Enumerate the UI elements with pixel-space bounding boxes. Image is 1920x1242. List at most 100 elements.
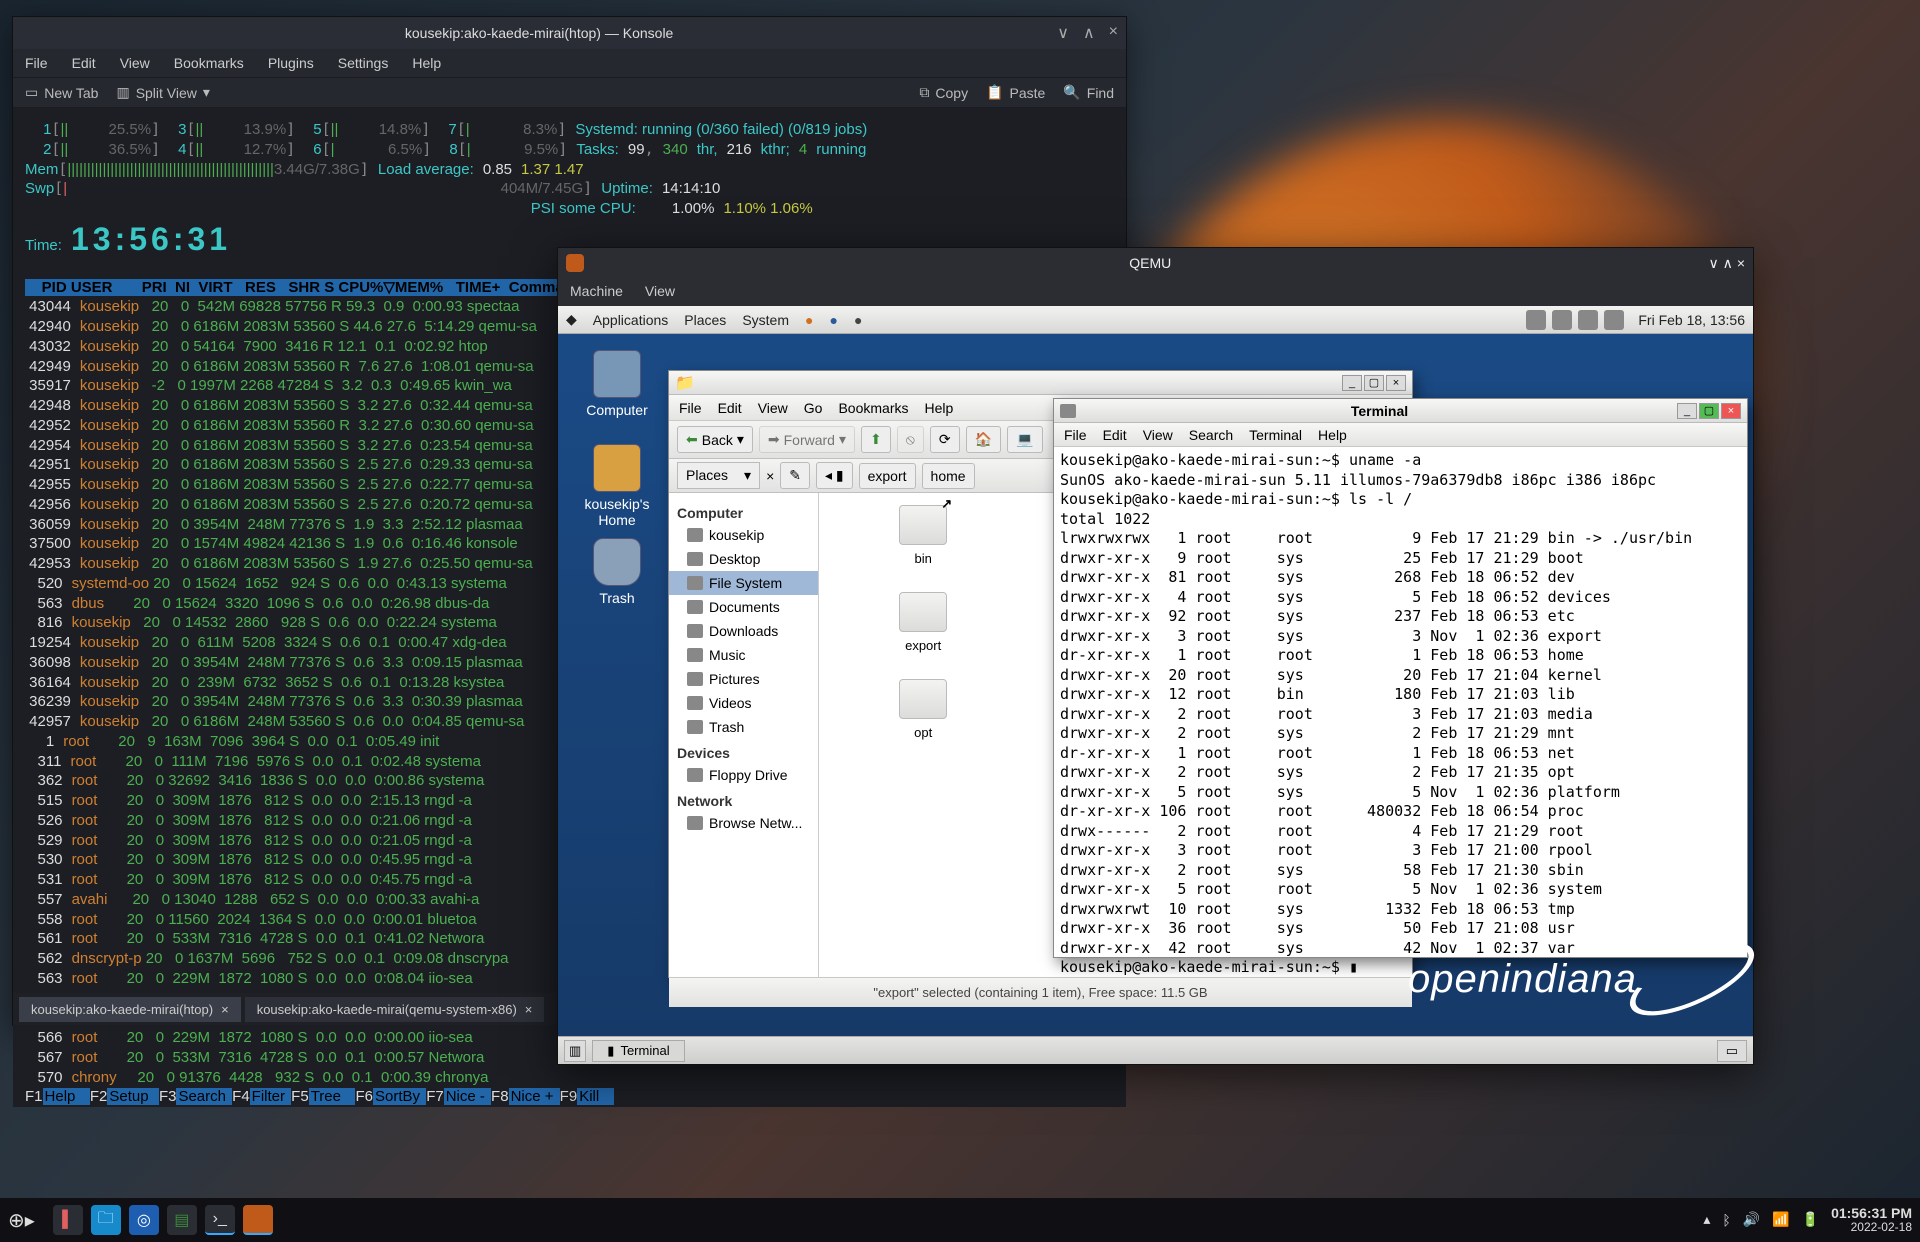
find-button[interactable]: 🔍Find bbox=[1063, 84, 1114, 101]
places-dropdown[interactable]: Places▾ bbox=[677, 462, 760, 489]
menu-view[interactable]: View bbox=[758, 400, 788, 416]
sidebar-item[interactable]: Videos bbox=[669, 691, 818, 715]
sidebar-item[interactable]: kousekip bbox=[669, 523, 818, 547]
sidebar-item[interactable]: Downloads bbox=[669, 619, 818, 643]
konsole-titlebar[interactable]: kousekip:ako-kaede-mirai(htop) — Konsole… bbox=[13, 17, 1126, 49]
qemu-titlebar[interactable]: QEMU ∨ ∧ × bbox=[558, 248, 1753, 278]
menu-help[interactable]: Help bbox=[1318, 427, 1347, 443]
forward-button[interactable]: ➡Forward▾ bbox=[759, 426, 855, 453]
sidebar-item[interactable]: Trash bbox=[669, 715, 818, 739]
file-icon[interactable]: opt bbox=[827, 679, 1019, 740]
menu-help[interactable]: Help bbox=[412, 55, 441, 71]
menu-view[interactable]: View bbox=[1143, 427, 1173, 443]
stop-button[interactable]: ⦸ bbox=[897, 426, 924, 453]
app-icon[interactable]: ● bbox=[854, 312, 862, 328]
menu-settings[interactable]: Settings bbox=[338, 55, 389, 71]
menu-terminal[interactable]: Terminal bbox=[1249, 427, 1302, 443]
menu-bookmarks[interactable]: Bookmarks bbox=[838, 400, 908, 416]
up-button[interactable]: ⬆ bbox=[861, 426, 891, 453]
menu-search[interactable]: Search bbox=[1189, 427, 1233, 443]
menu-edit[interactable]: Edit bbox=[718, 400, 742, 416]
home-button[interactable]: 🏠 bbox=[966, 426, 1001, 453]
taskbar-konsole-running[interactable]: ›_ bbox=[205, 1205, 235, 1235]
bluetooth-icon[interactable]: ᛒ bbox=[1722, 1212, 1730, 1228]
minimize-icon[interactable]: _ bbox=[1677, 403, 1697, 419]
edit-path-button[interactable]: ✎ bbox=[780, 462, 810, 489]
breadcrumb-home[interactable]: home bbox=[922, 463, 975, 489]
sound-icon[interactable]: 🔊 bbox=[1743, 1211, 1760, 1228]
wifi-icon[interactable]: 📶 bbox=[1772, 1211, 1789, 1228]
desktop-icon-home[interactable]: kousekip's Home bbox=[572, 444, 662, 528]
tab-close-icon[interactable]: × bbox=[221, 1002, 229, 1017]
gnome-terminal-titlebar[interactable]: Terminal _ ▢ × bbox=[1054, 399, 1747, 423]
menu-file[interactable]: File bbox=[25, 55, 48, 71]
close-icon[interactable]: × bbox=[1721, 403, 1741, 419]
tab-close-icon[interactable]: × bbox=[525, 1002, 533, 1017]
task-terminal[interactable]: ▮Terminal bbox=[592, 1040, 684, 1062]
copy-button[interactable]: ⧉Copy bbox=[919, 84, 968, 101]
firefox-icon[interactable]: ● bbox=[805, 312, 813, 328]
sidebar-item-floppy[interactable]: Floppy Drive bbox=[669, 763, 818, 787]
distro-icon[interactable]: ◆ bbox=[566, 311, 577, 328]
menu-edit[interactable]: Edit bbox=[1103, 427, 1127, 443]
desktop-icon-computer[interactable]: Computer bbox=[572, 350, 662, 418]
panel-clock[interactable]: Fri Feb 18, 13:56 bbox=[1638, 312, 1745, 328]
sidebar-item[interactable]: Documents bbox=[669, 595, 818, 619]
menu-view[interactable]: View bbox=[120, 55, 150, 71]
menu-view[interactable]: View bbox=[645, 283, 675, 299]
sidebar-item[interactable]: Music bbox=[669, 643, 818, 667]
launcher-files-icon[interactable]: 🗀 bbox=[91, 1205, 121, 1235]
sidebar-item[interactable]: Desktop bbox=[669, 547, 818, 571]
minimize-icon[interactable]: ∨ bbox=[1057, 23, 1069, 43]
back-button[interactable]: ⬅Back▾ bbox=[677, 426, 753, 453]
menu-go[interactable]: Go bbox=[804, 400, 823, 416]
menu-help[interactable]: Help bbox=[925, 400, 954, 416]
tray-arrow-icon[interactable]: ▴ bbox=[1703, 1211, 1710, 1228]
launcher-browser-icon[interactable]: ◎ bbox=[129, 1205, 159, 1235]
split-view-button[interactable]: ▥Split View▾ bbox=[116, 84, 209, 101]
maximize-icon[interactable]: ∧ bbox=[1723, 255, 1733, 271]
show-desktop-icon[interactable]: ▥ bbox=[564, 1040, 586, 1062]
reload-button[interactable]: ⟳ bbox=[930, 426, 960, 453]
taskbar-qemu-running[interactable] bbox=[243, 1205, 273, 1235]
menu-file[interactable]: File bbox=[679, 400, 702, 416]
update-icon[interactable] bbox=[1578, 310, 1598, 330]
sidebar-item-network[interactable]: Browse Netw... bbox=[669, 811, 818, 835]
sound-icon[interactable] bbox=[1526, 310, 1546, 330]
minimize-icon[interactable]: _ bbox=[1342, 375, 1362, 391]
launcher-editor-icon[interactable]: ▤ bbox=[167, 1205, 197, 1235]
gnome-terminal-output[interactable]: kousekip@ako-kaede-mirai-sun:~$ uname -a… bbox=[1054, 447, 1747, 982]
computer-button[interactable]: 💻 bbox=[1007, 426, 1042, 453]
sidebar-close-icon[interactable]: × bbox=[766, 468, 774, 484]
power-icon[interactable] bbox=[1604, 310, 1624, 330]
battery-icon[interactable]: 🔋 bbox=[1802, 1211, 1819, 1228]
tab-htop[interactable]: kousekip:ako-kaede-mirai(htop)× bbox=[19, 997, 241, 1022]
tab-qemu[interactable]: kousekip:ako-kaede-mirai(qemu-system-x86… bbox=[245, 997, 545, 1022]
close-icon[interactable]: × bbox=[1386, 375, 1406, 391]
maximize-icon[interactable]: ▢ bbox=[1699, 403, 1719, 419]
workspace-switcher[interactable]: ▭ bbox=[1717, 1040, 1747, 1062]
desktop-icon-trash[interactable]: Trash bbox=[572, 538, 662, 606]
nautilus-titlebar[interactable]: 📁 _ ▢ × bbox=[669, 371, 1412, 395]
menu-edit[interactable]: Edit bbox=[72, 55, 96, 71]
close-icon[interactable]: × bbox=[1737, 255, 1745, 271]
menu-machine[interactable]: Machine bbox=[570, 283, 623, 299]
menu-file[interactable]: File bbox=[1064, 427, 1087, 443]
breadcrumb-export[interactable]: export bbox=[859, 463, 916, 489]
maximize-icon[interactable]: ▢ bbox=[1364, 375, 1384, 391]
close-icon[interactable]: × bbox=[1109, 23, 1118, 43]
system-menu[interactable]: System bbox=[742, 312, 789, 328]
sidebar-item[interactable]: File System bbox=[669, 571, 818, 595]
file-icon[interactable]: bin bbox=[827, 505, 1019, 566]
sidebar-item[interactable]: Pictures bbox=[669, 667, 818, 691]
minimize-icon[interactable]: ∨ bbox=[1709, 255, 1719, 271]
new-tab-button[interactable]: ▭New Tab bbox=[25, 84, 98, 101]
thunderbird-icon[interactable]: ● bbox=[829, 312, 837, 328]
applications-menu[interactable]: Applications bbox=[593, 312, 669, 328]
network-icon[interactable] bbox=[1552, 310, 1572, 330]
start-menu-icon[interactable]: ⊕▸ bbox=[8, 1208, 35, 1233]
paste-button[interactable]: 📋Paste bbox=[986, 84, 1045, 101]
menu-bookmarks[interactable]: Bookmarks bbox=[174, 55, 244, 71]
file-icon[interactable]: export bbox=[827, 592, 1019, 653]
places-menu[interactable]: Places bbox=[684, 312, 726, 328]
